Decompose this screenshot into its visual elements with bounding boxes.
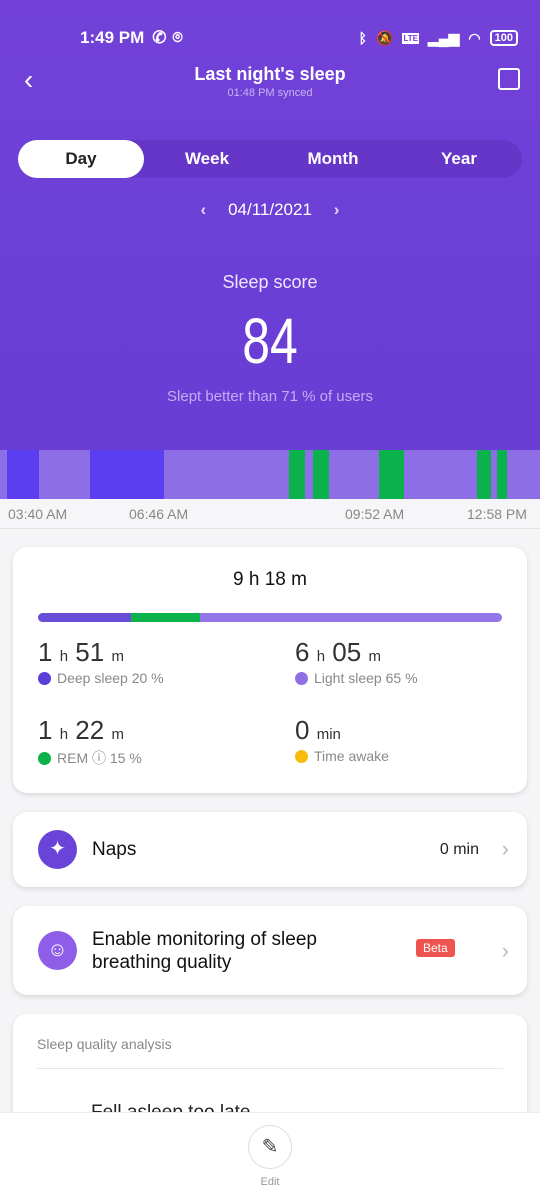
date-navigator: ‹ 04/11/2021 › xyxy=(0,200,540,220)
stage-bar-segment xyxy=(200,613,502,622)
sleep-score-label: Sleep score xyxy=(222,272,318,292)
clock: 1:49 PM xyxy=(80,28,145,47)
sleep-timeline[interactable] xyxy=(0,450,540,499)
edit-label: Edit xyxy=(260,1176,280,1188)
share-icon[interactable] xyxy=(498,68,520,90)
timeline-segment-rem xyxy=(313,450,329,499)
timeline-segment-light xyxy=(0,450,8,499)
edit-button[interactable]: ✎ xyxy=(248,1125,292,1169)
prev-date-icon[interactable]: ‹ xyxy=(183,200,223,220)
total-sleep: 9 h 18 m xyxy=(233,569,307,590)
battery-icon: 100 xyxy=(489,30,518,46)
naps-row[interactable]: ✦ Naps 0 min › xyxy=(13,812,527,887)
sleep-summary-card: 9 h 18 m 1 h 51 m Deep sleep 20 % 6 h 05… xyxy=(13,547,527,793)
breathing-face-icon: ☺ xyxy=(38,931,77,970)
divider xyxy=(37,1068,503,1069)
light-sleep-stat: 6 h 05 m Light sleep 65 % xyxy=(295,637,418,686)
timeline-segment-deep xyxy=(90,450,165,499)
next-date-icon[interactable]: › xyxy=(317,200,357,220)
timeline-segment-light xyxy=(38,450,91,499)
timeline-segment-rem xyxy=(379,450,404,499)
breathing-monitoring-row[interactable]: ☺ Enable monitoring of sleep breathing q… xyxy=(13,906,527,995)
deep-sleep-stat: 1 h 51 m Deep sleep 20 % xyxy=(38,637,164,686)
beta-badge: Beta xyxy=(416,939,455,957)
location-icon: ⌾ xyxy=(172,28,183,47)
timeline-segment-rem xyxy=(476,450,491,499)
sparkle-icon: ✦ xyxy=(38,830,77,869)
naps-title: Naps xyxy=(92,839,137,860)
timeline-label: 09:52 AM xyxy=(345,506,405,522)
tab-week[interactable]: Week xyxy=(144,140,270,178)
timeline-segment-light xyxy=(507,450,540,499)
whatsapp-icon: ✆ xyxy=(152,28,167,47)
timeline-label: 12:58 PM xyxy=(467,506,527,522)
rem-stat: 1 h 22 m REM ⓘ 15 % xyxy=(38,715,142,766)
period-tabs: Day Week Month Year xyxy=(18,140,522,178)
wifi-icon: ◠ xyxy=(468,29,481,46)
timeline-segment-rem xyxy=(496,450,508,499)
timeline-segment-light xyxy=(305,450,314,499)
status-bar: 1:49 PM ✆ ⌾ ᛒ 🔕 LTE ▂▄▆ ◠ 100 xyxy=(80,26,518,50)
sync-status: 01:48 PM synced xyxy=(227,87,313,99)
light-dot-icon xyxy=(295,671,308,685)
analysis-title: Sleep quality analysis xyxy=(37,1036,172,1052)
chevron-right-icon: › xyxy=(501,836,509,861)
timeline-segment-rem xyxy=(288,450,306,499)
tab-month[interactable]: Month xyxy=(270,140,396,178)
naps-value: 0 min xyxy=(439,841,479,858)
tab-year[interactable]: Year xyxy=(396,140,522,178)
timeline-segment-light xyxy=(403,450,477,499)
awake-dot-icon xyxy=(295,749,308,763)
score-comparison: Slept better than 71 % of users xyxy=(167,388,373,405)
timeline-labels: 03:40 AM 06:46 AM 09:52 AM 12:58 PM xyxy=(0,499,540,529)
deep-dot-icon xyxy=(38,671,51,685)
current-date: 04/11/2021 xyxy=(228,200,312,219)
sleep-score-value: 84 xyxy=(242,305,298,377)
bluetooth-icon: ᛒ xyxy=(358,30,368,46)
breathing-title: Enable monitoring of sleep breathing qua… xyxy=(92,929,317,973)
mute-icon: 🔕 xyxy=(376,29,394,46)
stage-bar-segment xyxy=(130,613,201,622)
awake-stat: 0 min Time awake xyxy=(295,715,389,764)
signal-icon: ▂▄▆ xyxy=(427,29,460,46)
tab-day[interactable]: Day xyxy=(18,140,144,178)
rem-dot-icon xyxy=(38,751,51,765)
stage-proportion-bar xyxy=(38,613,502,622)
edit-icon: ✎ xyxy=(261,1136,279,1158)
page-title: Last night's sleep xyxy=(194,64,346,84)
timeline-segment-light xyxy=(328,450,380,499)
timeline-label: 06:46 AM xyxy=(129,506,189,522)
timeline-segment-deep xyxy=(7,450,39,499)
stage-bar-segment xyxy=(38,613,131,622)
timeline-segment-light xyxy=(164,450,289,499)
chevron-right-icon: › xyxy=(501,938,509,963)
bottom-bar: ✎ Edit xyxy=(0,1112,540,1200)
volte-icon: LTE xyxy=(402,32,419,44)
timeline-label: 03:40 AM xyxy=(8,506,68,522)
